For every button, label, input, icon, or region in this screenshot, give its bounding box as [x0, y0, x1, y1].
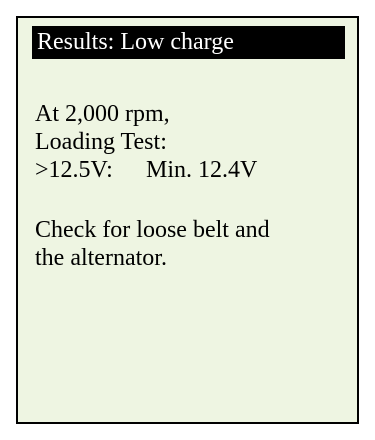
loading-test-line: Loading Test:: [35, 129, 167, 155]
result-screen: Results: Low charge At 2,000 rpm, Loadin…: [16, 16, 359, 424]
minimum-voltage: Min. 12.4V: [146, 157, 258, 183]
voltage-row: >12.5V: Min. 12.4V: [35, 156, 347, 184]
content-spacer: [35, 184, 347, 216]
advice-line-2: the alternator.: [35, 245, 167, 271]
results-title: Results: Low charge: [32, 26, 345, 59]
advice-line-1: Check for loose belt and: [35, 217, 270, 243]
rpm-line: At 2,000 rpm,: [35, 101, 170, 127]
result-content: At 2,000 rpm, Loading Test: >12.5V: Min. …: [35, 100, 347, 272]
voltage-threshold: >12.5V:: [35, 157, 113, 183]
